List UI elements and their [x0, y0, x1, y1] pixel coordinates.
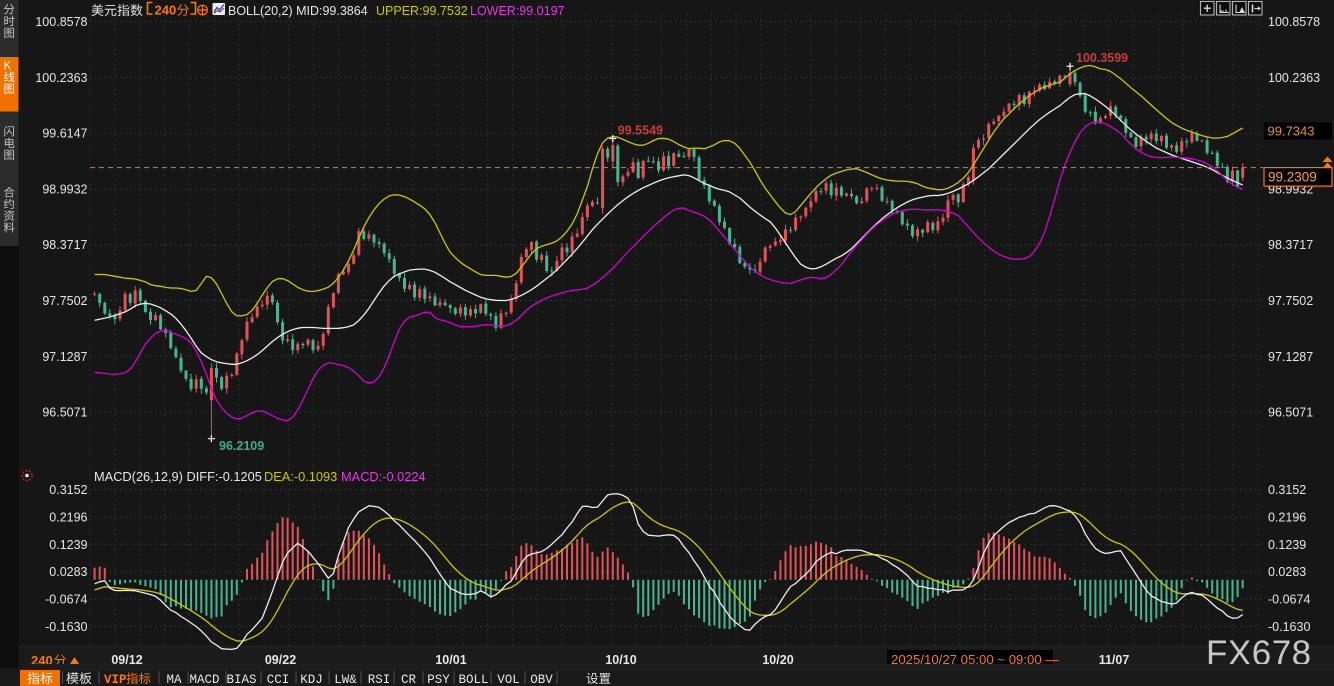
svg-text:100.2363: 100.2363 [1268, 71, 1320, 85]
svg-text:0.2196: 0.2196 [49, 510, 87, 524]
svg-text:BIAS: BIAS [226, 673, 256, 686]
svg-text:98.3717: 98.3717 [42, 238, 87, 252]
svg-text:99.2309: 99.2309 [1268, 170, 1317, 185]
svg-text:97.1287: 97.1287 [42, 350, 87, 364]
svg-text:-0.1630: -0.1630 [1268, 620, 1310, 634]
svg-text:CCI: CCI [267, 673, 290, 686]
svg-text:0.0283: 0.0283 [49, 565, 87, 579]
svg-text:0.2196: 0.2196 [1268, 510, 1306, 524]
svg-text:99.6147: 99.6147 [42, 127, 87, 141]
svg-text:0.1239: 0.1239 [49, 538, 87, 552]
svg-text:OBV: OBV [530, 673, 553, 686]
svg-text:97.7502: 97.7502 [42, 294, 87, 308]
svg-text:0.3152: 0.3152 [1268, 483, 1306, 497]
svg-text:LOWER:99.0197: LOWER:99.0197 [470, 4, 565, 18]
svg-text:96.5071: 96.5071 [1268, 406, 1313, 420]
svg-text:100.8578: 100.8578 [1268, 15, 1320, 29]
svg-text:100.8578: 100.8578 [35, 15, 87, 29]
svg-text:240: 240 [155, 3, 177, 18]
svg-text:0.0283: 0.0283 [1268, 565, 1306, 579]
svg-text:99.7343: 99.7343 [1268, 124, 1315, 139]
svg-text:UPPER:99.7532: UPPER:99.7532 [376, 4, 468, 18]
svg-text:99.5549: 99.5549 [618, 124, 663, 138]
svg-text:0.1239: 0.1239 [1268, 538, 1306, 552]
svg-text:98.3717: 98.3717 [1268, 238, 1313, 252]
svg-text:CR: CR [401, 673, 417, 686]
svg-text:LW&: LW& [334, 673, 357, 686]
svg-text:-0.1630: -0.1630 [45, 620, 87, 634]
svg-text:BOLL(20,2) MID:99.3864: BOLL(20,2) MID:99.3864 [228, 4, 368, 18]
svg-text:-0.0674: -0.0674 [45, 593, 87, 607]
svg-text:100.2363: 100.2363 [35, 71, 87, 85]
svg-text:97.7502: 97.7502 [1268, 294, 1313, 308]
svg-text:PSY: PSY [427, 673, 450, 686]
svg-text:100.3599: 100.3599 [1076, 51, 1128, 65]
svg-text:96.2109: 96.2109 [219, 439, 264, 453]
svg-text:0.3152: 0.3152 [49, 483, 87, 497]
svg-text:KDJ: KDJ [300, 673, 323, 686]
svg-text:VIP: VIP [104, 673, 127, 686]
svg-text:-0.0674: -0.0674 [1268, 593, 1310, 607]
svg-text:BOLL: BOLL [458, 673, 488, 686]
svg-text:MACD: MACD [189, 673, 219, 686]
svg-text:RSI: RSI [368, 673, 391, 686]
svg-text:97.1287: 97.1287 [1268, 350, 1313, 364]
svg-text:98.9932: 98.9932 [42, 182, 87, 196]
svg-text:96.5071: 96.5071 [42, 406, 87, 420]
svg-text:MACD:-0.0224: MACD:-0.0224 [341, 469, 426, 484]
svg-text:MA: MA [166, 673, 182, 686]
svg-text:VOL: VOL [497, 673, 520, 686]
svg-text:DEA:-0.1093: DEA:-0.1093 [264, 469, 337, 484]
svg-text:MACD(26,12,9) DIFF:-0.1205: MACD(26,12,9) DIFF:-0.1205 [94, 469, 262, 484]
